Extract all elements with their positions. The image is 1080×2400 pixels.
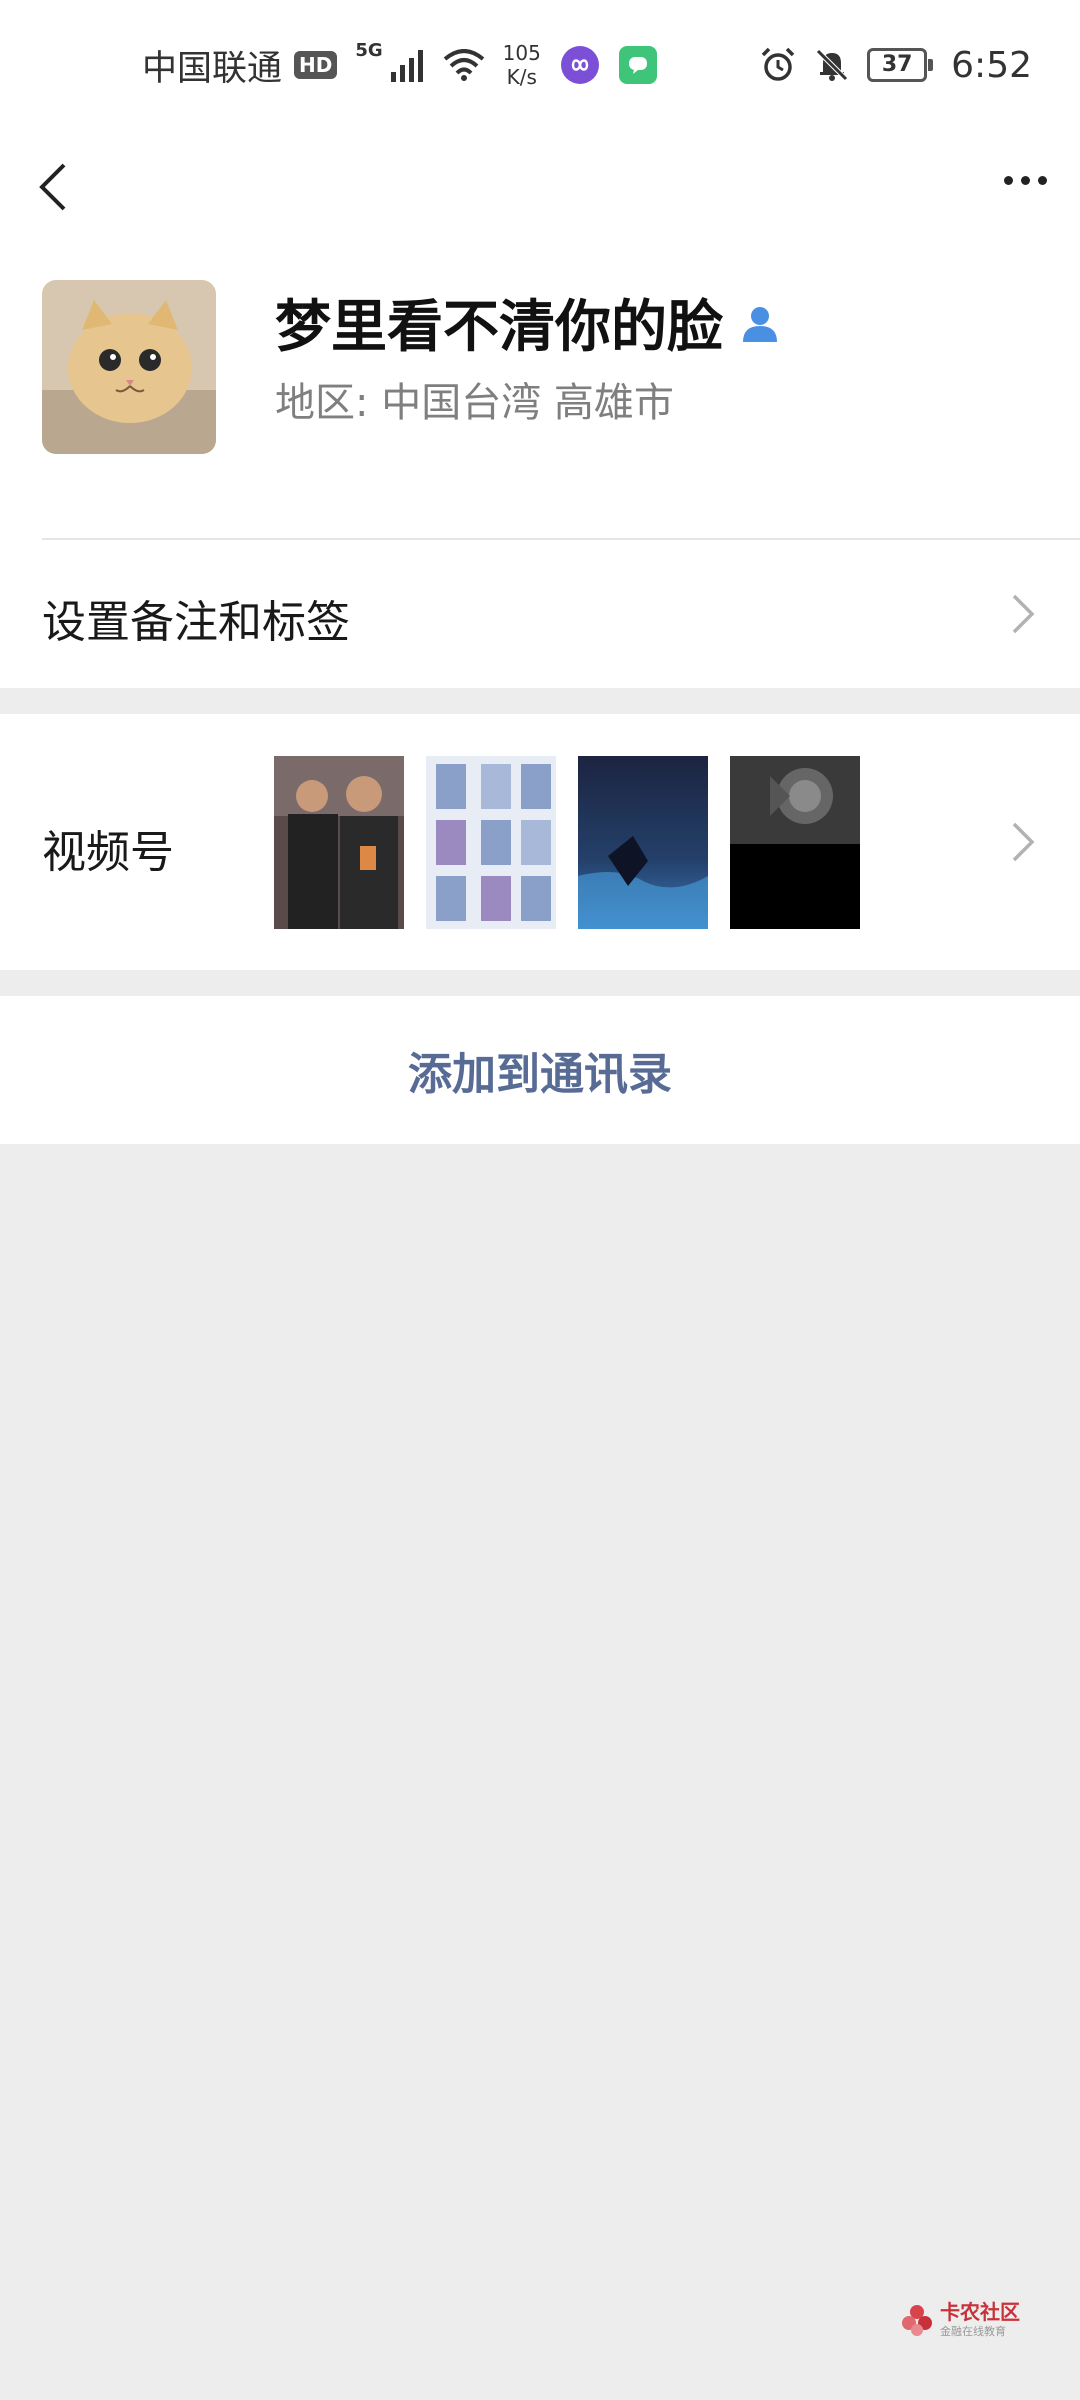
channels-label: 视频号 — [42, 827, 174, 878]
name-row: 梦里看不清你的脸 — [275, 282, 781, 363]
channels-thumbnails — [274, 756, 860, 929]
alarm-icon — [761, 47, 795, 81]
watermark-sub: 金融在线教育 — [940, 2325, 1006, 2338]
remark-label: 设置备注和标签 — [42, 597, 350, 648]
video-thumbnail[interactable] — [274, 756, 404, 929]
profile-header: 梦里看不清你的脸 地区: 中国台湾 高雄市 — [0, 230, 1080, 540]
avatar[interactable] — [42, 280, 216, 454]
chevron-right-icon — [1012, 594, 1035, 634]
more-button[interactable] — [990, 152, 1060, 208]
status-bar: 中国联通 HD 5G 105 K/s 37 6:52 — [0, 0, 1080, 130]
video-thumbnail[interactable] — [426, 756, 556, 929]
video-thumbnail[interactable] — [730, 756, 860, 929]
hd-badge: HD — [294, 51, 338, 79]
clock: 6:52 — [951, 44, 1032, 86]
chevron-right-icon — [1012, 822, 1035, 862]
set-remark-row[interactable]: 设置备注和标签 — [0, 540, 1080, 688]
add-to-contacts-label: 添加到通讯录 — [408, 1049, 672, 1100]
flower-logo-icon — [902, 2304, 932, 2336]
chat-app-icon — [618, 46, 657, 84]
speed-unit: K/s — [506, 65, 537, 89]
wifi-icon — [443, 49, 484, 81]
battery-icon: 37 — [867, 48, 934, 82]
watermark-main: 卡农社区 — [940, 2300, 1020, 2324]
region-text: 地区: 中国台湾 高雄市 — [275, 380, 674, 426]
watermark-text: 卡农社区 金融在线教育 — [940, 2302, 1020, 2337]
network-type: 5G — [355, 40, 383, 61]
ellipsis-icon-dot — [1037, 175, 1047, 185]
status-left: 中国联通 HD 5G 105 K/s — [142, 40, 657, 90]
speed-value: 105 — [502, 41, 541, 65]
mute-bell-icon — [816, 49, 848, 81]
infinity-app-icon — [560, 46, 599, 84]
status-right: 37 6:52 — [759, 40, 1032, 90]
add-to-contacts-button[interactable]: 添加到通讯录 — [0, 996, 1080, 1144]
video-thumbnail[interactable] — [578, 756, 708, 929]
person-icon — [743, 306, 777, 342]
channels-row[interactable]: 视频号 — [0, 714, 1080, 970]
back-button[interactable] — [28, 145, 88, 215]
ellipsis-icon-dot — [1020, 175, 1030, 185]
display-name: 梦里看不清你的脸 — [275, 295, 723, 360]
network-speed: 105 K/s — [503, 41, 541, 89]
carrier-name: 中国联通 — [142, 48, 283, 89]
nav-bar — [0, 130, 1080, 230]
signal-icon — [390, 50, 423, 82]
ellipsis-icon-dot — [1003, 175, 1013, 185]
chevron-left-icon — [39, 163, 66, 211]
watermark: 卡农社区 金融在线教育 — [900, 2302, 1020, 2337]
